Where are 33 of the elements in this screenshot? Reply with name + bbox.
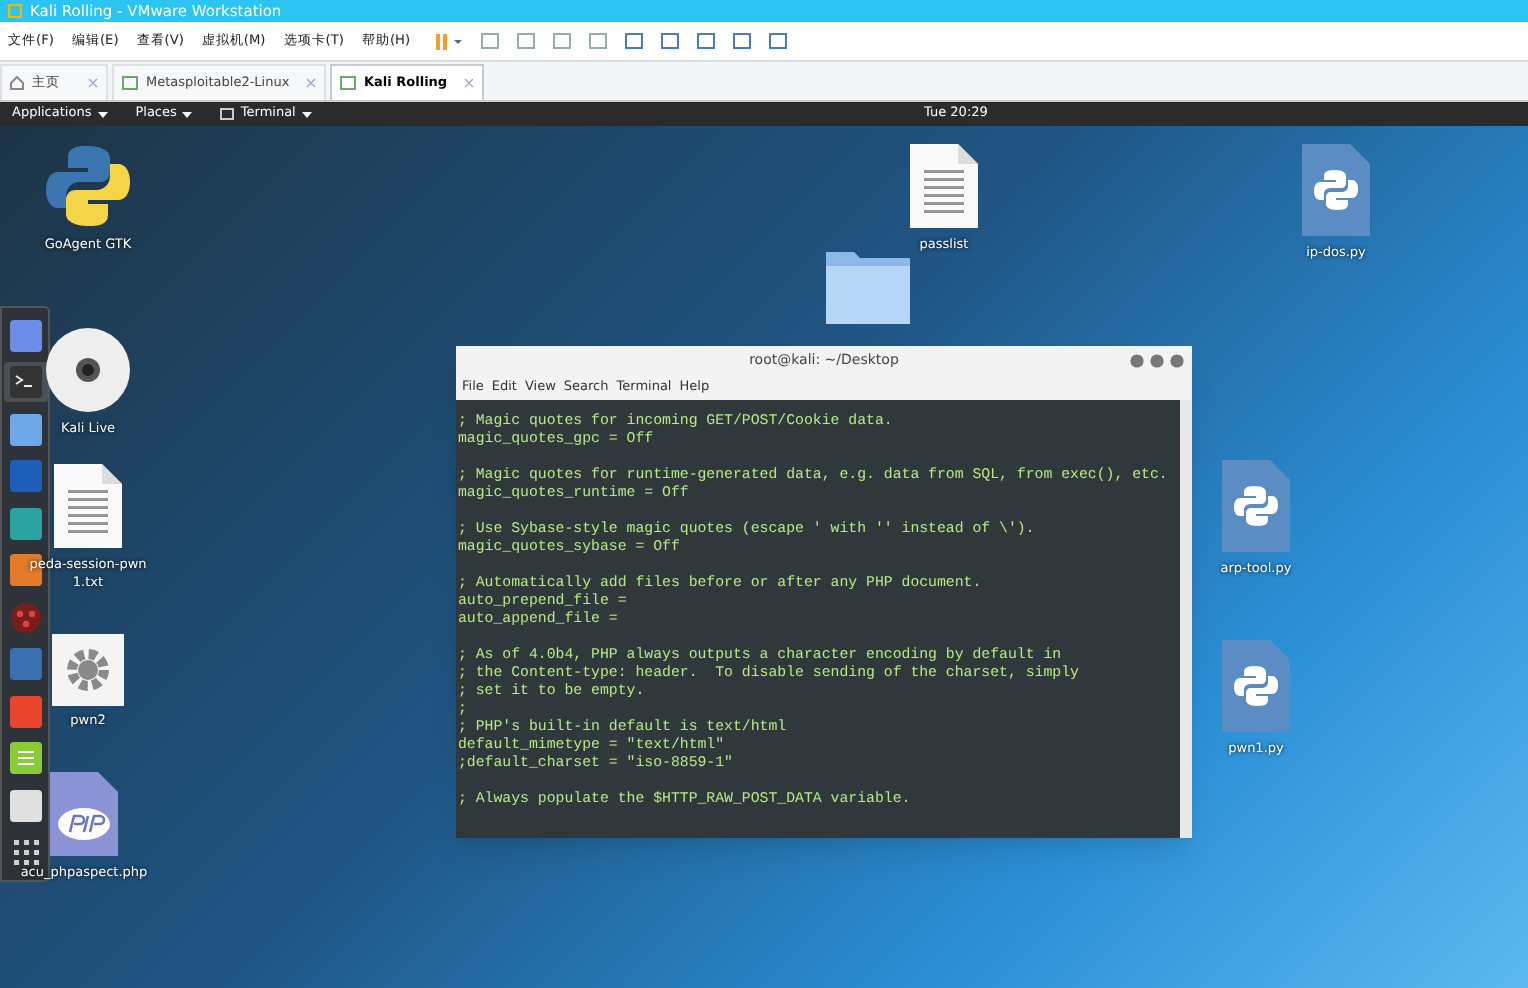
caret-icon [97,111,108,117]
close-icon[interactable] [1170,354,1184,368]
vm-icon [340,76,356,90]
toolbar-icon[interactable] [516,32,537,50]
gear-icon [52,634,124,706]
caret-icon [182,111,193,117]
python-logo-icon [44,142,132,230]
scrollbar[interactable] [1180,400,1192,838]
python-file-icon [1300,142,1372,238]
vm-icon [122,76,138,90]
toolbar-icon[interactable] [768,32,789,50]
folder-icon [824,246,912,326]
toolbar-icon[interactable] [624,32,645,50]
app-logo-icon [8,4,22,18]
toolbar-icon[interactable] [696,32,717,50]
close-icon[interactable] [464,78,474,88]
text-file-icon [52,462,124,550]
python-file-icon [1220,638,1292,734]
toolbar-icon[interactable] [732,32,753,50]
caret-icon [301,111,312,117]
home-icon [10,76,24,90]
terminal-icon [220,108,235,120]
toolbar-icon[interactable] [660,32,681,50]
toolbar-icon[interactable] [552,32,573,50]
pause-icon[interactable] [436,33,465,49]
app-grid-icon[interactable] [11,837,39,866]
text-file-icon [908,142,980,230]
minimize-icon[interactable] [1130,354,1144,368]
php-file-icon [48,770,120,858]
toolbar-icon[interactable] [480,32,501,50]
python-file-icon [1220,458,1292,554]
maximize-icon[interactable] [1150,354,1164,368]
toolbar-icon[interactable] [588,32,609,50]
